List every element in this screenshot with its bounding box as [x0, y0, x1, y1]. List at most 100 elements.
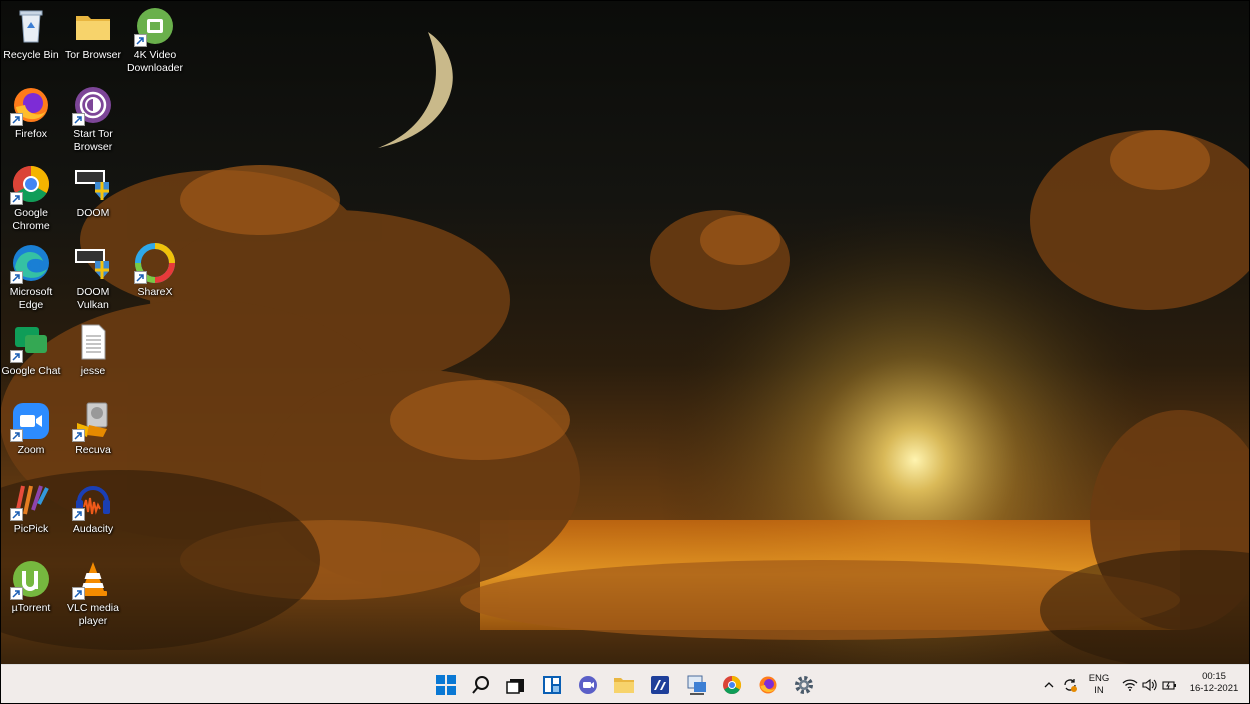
- picpick-icon: [10, 480, 51, 521]
- shortcut-arrow-icon: [72, 429, 85, 442]
- shortcut-arrow-icon: [10, 192, 23, 205]
- desktop-icon-label: Tor Browser: [64, 49, 121, 61]
- sync-status-button[interactable]: [1059, 671, 1081, 699]
- settings-taskbar-button[interactable]: [790, 671, 818, 699]
- desktop-icon-google-chrome[interactable]: Google Chrome: [0, 158, 62, 237]
- shortcut-arrow-icon: [134, 34, 147, 47]
- desktop-icon-label: DOOM: [76, 207, 110, 219]
- shortcut-arrow-icon: [10, 271, 23, 284]
- start-button[interactable]: [432, 671, 460, 699]
- recycle-bin-icon: [11, 6, 51, 46]
- desktop-icon-label: Audacity: [72, 523, 114, 535]
- desktop-icon-recuva[interactable]: Recuva: [62, 395, 124, 474]
- chrome-icon: [723, 676, 742, 695]
- gear-icon: [795, 676, 813, 694]
- clock-date: 16-12-2021: [1189, 683, 1239, 694]
- shortcut-arrow-icon: [10, 350, 23, 363]
- desktop-icon-sharex[interactable]: ShareX: [124, 237, 186, 316]
- desktop-icon-jesse[interactable]: jesse: [62, 316, 124, 395]
- desktop-icon-label: DOOM Vulkan: [76, 286, 110, 311]
- desktop-icon-label: VLC media player: [67, 602, 119, 627]
- desktop-icon-label: Start Tor Browser: [73, 128, 113, 153]
- utorrent-icon: [10, 559, 51, 600]
- shortcut-arrow-icon: [72, 113, 85, 126]
- widgets-button[interactable]: [538, 671, 566, 699]
- folder-icon: [614, 678, 634, 693]
- desktop-icon-label: Recycle Bin: [3, 49, 59, 61]
- doom-icon: [73, 164, 113, 204]
- widgets-icon: [543, 676, 561, 694]
- desktop-icon-label: jesse: [80, 365, 106, 377]
- desktop-icon-recycle-bin[interactable]: Recycle Bin: [0, 0, 62, 79]
- folder-icon: [73, 6, 113, 46]
- desktop-icon-zoom[interactable]: Zoom: [0, 395, 62, 474]
- desktop-icon-label: Microsoft Edge: [9, 286, 53, 311]
- desktop-icon-doom-vulkan[interactable]: DOOM Vulkan: [62, 237, 124, 316]
- store-icon: [651, 676, 669, 694]
- windows-icon: [436, 675, 456, 695]
- desktop-icon-4k-video-downloader[interactable]: 4K Video Downloader: [124, 0, 186, 79]
- desktop-icon-label: 4K Video Downloader: [126, 49, 184, 74]
- teams-chat-icon: [579, 676, 597, 694]
- remote-desktop-button[interactable]: [683, 671, 711, 699]
- desktop-icon-google-chat[interactable]: Google Chat: [0, 316, 62, 395]
- search-icon: [472, 676, 489, 694]
- shortcut-arrow-icon: [10, 113, 23, 126]
- desktop-icon-microsoft-edge[interactable]: Microsoft Edge: [0, 237, 62, 316]
- chevron-up-icon: [1044, 682, 1054, 688]
- chrome-icon: [10, 164, 51, 205]
- shortcut-arrow-icon: [134, 271, 147, 284]
- firefox-taskbar-button[interactable]: [754, 671, 782, 699]
- vlc-icon: [72, 559, 113, 600]
- audacity-icon: [72, 480, 113, 521]
- taskbar: ENG IN 00:15 16-12-2021: [0, 664, 1250, 704]
- sharex-icon: [134, 243, 175, 284]
- chat-button[interactable]: [574, 671, 602, 699]
- desktop-icon-label: PicPick: [13, 523, 49, 535]
- desktop-icon-audacity[interactable]: Audacity: [62, 474, 124, 553]
- sync-icon: [1064, 679, 1077, 692]
- language-code: ENG: [1088, 673, 1110, 684]
- shortcut-arrow-icon: [10, 587, 23, 600]
- chrome-taskbar-button[interactable]: [718, 671, 746, 699]
- 4k-video-downloader-icon: [134, 6, 175, 47]
- desktop-icon-tor-browser-folder[interactable]: Tor Browser: [62, 0, 124, 79]
- firefox-icon: [759, 676, 777, 694]
- firefox-icon: [10, 85, 51, 126]
- network-volume-battery-button[interactable]: [1118, 671, 1182, 699]
- input-language-indicator[interactable]: ENG IN: [1084, 673, 1114, 697]
- desktop-icon-label: Firefox: [14, 128, 48, 140]
- zoom-icon: [10, 401, 51, 442]
- desktop-wallpaper: [0, 0, 1250, 664]
- desktop-icon-label: Zoom: [17, 444, 45, 456]
- desktop-icon-label: Google Chrome: [12, 207, 50, 232]
- desktop-icon-label: µTorrent: [11, 602, 51, 614]
- desktop-icon-label: Recuva: [75, 444, 111, 456]
- shortcut-arrow-icon: [72, 508, 85, 521]
- desktop-icon-start-tor-browser[interactable]: Start Tor Browser: [62, 79, 124, 158]
- desktop-icon-label: Google Chat: [1, 365, 61, 377]
- desktop-icon-label: ShareX: [137, 286, 173, 298]
- doom-icon: [73, 243, 113, 283]
- remote-desktop-icon: [687, 675, 706, 695]
- desktop-icon-vlc-media-player[interactable]: VLC media player: [62, 553, 124, 632]
- text-document-icon: [73, 322, 113, 362]
- recuva-icon: [72, 401, 113, 442]
- shortcut-arrow-icon: [10, 429, 23, 442]
- desktop-icon-doom[interactable]: DOOM: [62, 158, 124, 237]
- desktop-icon-firefox[interactable]: Firefox: [0, 79, 62, 158]
- clock-time: 00:15: [1202, 671, 1226, 682]
- shortcut-arrow-icon: [72, 587, 85, 600]
- battery-charging-icon: [1162, 681, 1176, 690]
- microsoft-store-button[interactable]: [646, 671, 674, 699]
- show-hidden-icons-button[interactable]: [1038, 671, 1060, 699]
- file-explorer-button[interactable]: [610, 671, 638, 699]
- task-view-icon: [506, 679, 524, 694]
- search-button[interactable]: [467, 671, 495, 699]
- desktop-icon-utorrent[interactable]: µTorrent: [0, 553, 62, 632]
- task-view-button[interactable]: [502, 671, 530, 699]
- desktop-icon-picpick[interactable]: PicPick: [0, 474, 62, 553]
- clock[interactable]: 00:15 16-12-2021: [1184, 671, 1244, 695]
- google-chat-icon: [10, 322, 51, 363]
- region-code: IN: [1094, 685, 1104, 696]
